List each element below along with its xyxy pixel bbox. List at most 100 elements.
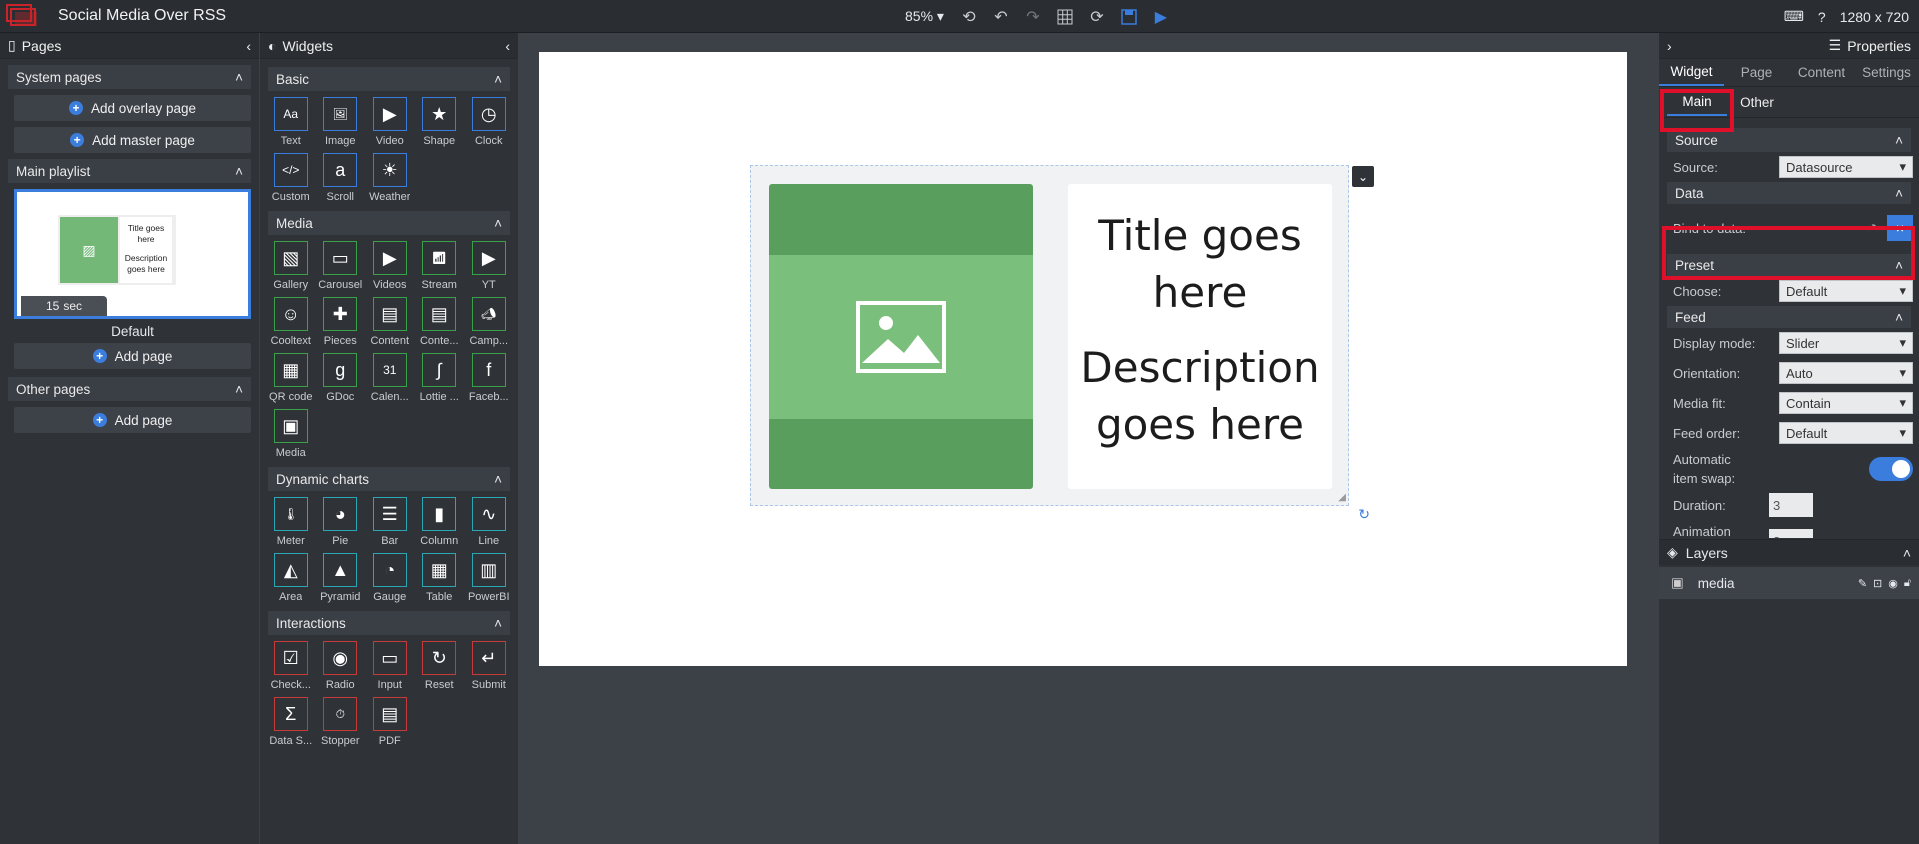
add-overlay-page-button[interactable]: + Add overlay page	[14, 95, 251, 121]
widget-carousel[interactable]: ▭ Carousel	[316, 241, 366, 291]
widget-scroll[interactable]: a Scroll	[316, 153, 366, 203]
widget-gallery[interactable]: ▧ Gallery	[266, 241, 316, 291]
layers-header[interactable]: ◈ Layers ˄	[1659, 539, 1919, 565]
undo-icon[interactable]: ↶	[990, 6, 1012, 28]
unlock-icon[interactable]: 🔓︎	[1904, 577, 1911, 590]
widget-cooltext[interactable]: ☺ Cooltext	[266, 297, 316, 347]
feed-order-select[interactable]: Default ▾	[1779, 422, 1913, 444]
page-canvas[interactable]: Title goes here Description goes here ⌄ …	[539, 52, 1627, 666]
source-section[interactable]: Source ˄	[1667, 128, 1911, 152]
widget-section-basic[interactable]: Basic ˄	[268, 67, 510, 91]
widget-section-interactions[interactable]: Interactions ˄	[268, 611, 510, 635]
widget-bar[interactable]: ☰ Bar	[365, 497, 415, 547]
widget-camp[interactable]: 📣︎ Camp...	[464, 297, 514, 347]
subtab-main[interactable]: Main	[1667, 89, 1727, 116]
widget-gdoc[interactable]: g GDoc	[316, 353, 366, 403]
widget-check[interactable]: ☑ Check...	[266, 641, 316, 691]
play-icon[interactable]: ▶	[1150, 6, 1172, 28]
widget-meter[interactable]: 🌡︎ Meter	[266, 497, 316, 547]
widget-stopper[interactable]: ⏱︎ Stopper	[316, 697, 366, 747]
widget-text[interactable]: Aa Text	[266, 97, 316, 147]
expand-right-icon[interactable]: ›	[1667, 38, 1672, 54]
clear-binding-button[interactable]: ×	[1887, 215, 1913, 241]
resize-handle-icon[interactable]: ◢	[1338, 492, 1346, 503]
preset-select[interactable]: Default ▾	[1779, 280, 1913, 302]
widget-stream[interactable]: 📶︎ Stream	[415, 241, 465, 291]
widget-input[interactable]: ▭ Input	[365, 641, 415, 691]
widget-clock[interactable]: ◷ Clock	[464, 97, 514, 147]
widget-videos[interactable]: ▶ Videos	[365, 241, 415, 291]
widget-table[interactable]: ▦ Table	[415, 553, 465, 603]
widget-pyramid[interactable]: ▲ Pyramid	[316, 553, 366, 603]
page-thumbnail[interactable]: ▨ Title goes here Description goes here …	[14, 189, 251, 319]
tab-page[interactable]: Page	[1724, 59, 1789, 86]
widget-area[interactable]: ◭ Area	[266, 553, 316, 603]
add-other-page-button[interactable]: + Add page	[14, 407, 251, 433]
widget-column[interactable]: ▮ Column	[415, 497, 465, 547]
tab-settings[interactable]: Settings	[1854, 59, 1919, 86]
display-mode-select[interactable]: Slider ▾	[1779, 332, 1913, 354]
widget-lottie[interactable]: ∫ Lottie ...	[415, 353, 465, 403]
redo-icon[interactable]: ↷	[1022, 6, 1044, 28]
widget-line[interactable]: ∿ Line	[464, 497, 514, 547]
widget-pdf[interactable]: ▤ PDF	[365, 697, 415, 747]
media-widget[interactable]: Title goes here Description goes here ⌄ …	[750, 165, 1374, 522]
widget-weather[interactable]: ☀ Weather	[365, 153, 415, 203]
widget-pie[interactable]: ◕ Pie	[316, 497, 366, 547]
widget-custom[interactable]: </> Custom	[266, 153, 316, 203]
widget-media[interactable]: ▣ Media	[266, 409, 316, 459]
feed-section[interactable]: Feed ˄	[1667, 306, 1911, 328]
tab-content[interactable]: Content	[1789, 59, 1854, 86]
keyboard-icon[interactable]: ⌨	[1784, 8, 1804, 25]
widget-menu-chevron-icon[interactable]: ⌄	[1352, 166, 1374, 187]
grid-icon[interactable]	[1054, 6, 1076, 28]
widget-yt[interactable]: ▶ YT	[464, 241, 514, 291]
pin-icon[interactable]: ✎	[1858, 577, 1867, 590]
zoom-select[interactable]: 85% ▾	[905, 8, 944, 25]
properties-scroll[interactable]: Source ˄ Source: Datasource ▾ Data ˄ Bind to…	[1659, 118, 1919, 538]
widget-qr-code[interactable]: ▦ QR code	[266, 353, 316, 403]
widget-section-dynamic-charts[interactable]: Dynamic charts ˄	[268, 467, 510, 491]
main-playlist-section[interactable]: Main playlist ˄	[8, 159, 251, 183]
collapse-left-icon[interactable]: ‹	[246, 38, 251, 54]
data-section[interactable]: Data ˄	[1667, 182, 1911, 204]
bind-cursor-icon[interactable]: ◔	[1866, 215, 1879, 241]
eye-icon[interactable]: ◉	[1888, 577, 1898, 590]
widget-gauge[interactable]: ◔ Gauge	[365, 553, 415, 603]
resolution-label[interactable]: 1280 x 720	[1840, 9, 1909, 25]
focus-icon[interactable]: ⊡	[1873, 577, 1882, 590]
widget-video[interactable]: ▶ Video	[365, 97, 415, 147]
help-icon[interactable]: ?	[1818, 9, 1826, 25]
anim-duration-input[interactable]: 2	[1769, 529, 1813, 538]
widget-section-media[interactable]: Media ˄	[268, 211, 510, 235]
save-icon[interactable]	[1118, 6, 1140, 28]
layer-item[interactable]: ▣ media ✎ ⊡ ◉ 🔓︎	[1659, 567, 1919, 599]
other-pages-section[interactable]: Other pages ˄	[8, 377, 251, 401]
refresh-icon[interactable]: ⟳	[1086, 6, 1108, 28]
orientation-select[interactable]: Auto ▾	[1779, 362, 1913, 384]
subtab-other[interactable]: Other	[1727, 95, 1787, 110]
add-page-button[interactable]: + Add page	[14, 343, 251, 369]
widget-powerbi[interactable]: ▥ PowerBI	[464, 553, 514, 603]
widget-shape[interactable]: ★ Shape	[415, 97, 465, 147]
widget-content[interactable]: ▤ Content	[365, 297, 415, 347]
add-master-page-button[interactable]: + Add master page	[14, 127, 251, 153]
media-fit-select[interactable]: Contain ▾	[1779, 392, 1913, 414]
widget-reset[interactable]: ↻ Reset	[415, 641, 465, 691]
widget-radio[interactable]: ◉ Radio	[316, 641, 366, 691]
widget-image[interactable]: 🖼︎ Image	[316, 97, 366, 147]
widget-calen[interactable]: 31 Calen...	[365, 353, 415, 403]
rotate-handle-icon[interactable]: ↻	[1358, 506, 1370, 523]
widget-faceb[interactable]: f Faceb...	[464, 353, 514, 403]
collapse-left-icon[interactable]: ‹	[505, 38, 510, 54]
widget-conte[interactable]: ▤ Conte...	[415, 297, 465, 347]
widget-pieces[interactable]: ✚ Pieces	[316, 297, 366, 347]
preset-section[interactable]: Preset ˄	[1667, 254, 1911, 276]
history-icon[interactable]: ⟲	[958, 6, 980, 28]
page-duration-badge[interactable]: 15 sec	[21, 296, 107, 316]
tab-widget[interactable]: Widget	[1659, 59, 1724, 86]
duration-input[interactable]: 3	[1769, 493, 1813, 517]
source-select[interactable]: Datasource ▾	[1779, 156, 1913, 178]
system-pages-section[interactable]: System pages ˄	[8, 65, 251, 89]
widget-data-s[interactable]: Σ Data S...	[266, 697, 316, 747]
